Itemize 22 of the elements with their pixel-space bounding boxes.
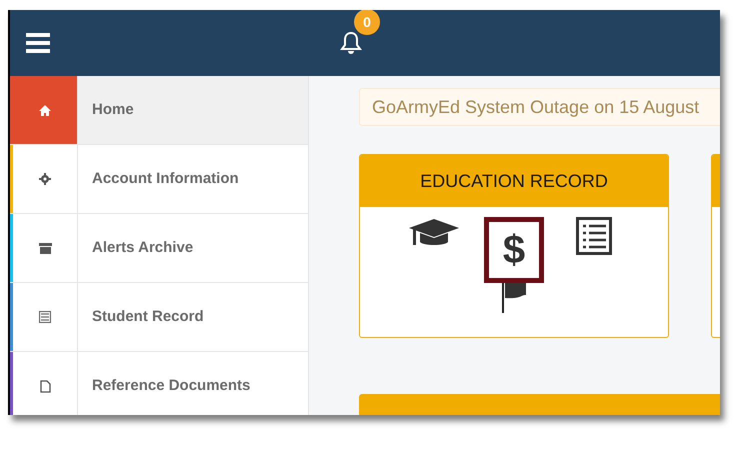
dollar-button[interactable]: $ <box>484 217 544 284</box>
sidebar-label: Home <box>92 100 134 120</box>
flag-icon[interactable] <box>502 283 526 314</box>
document-icon <box>40 380 50 392</box>
sidebar-item[interactable]: Alerts Archive <box>10 214 308 283</box>
list-icon[interactable] <box>576 217 612 256</box>
sidebar-label: Reference Documents <box>92 376 250 396</box>
card-title: EDUCATION RECORD <box>420 170 608 193</box>
list-icon <box>39 311 51 323</box>
bell-icon[interactable] <box>340 31 362 55</box>
home-icon <box>39 104 51 116</box>
sidebar-item[interactable]: Account Information <box>10 145 308 214</box>
sidebar-label: Account Information <box>92 168 239 189</box>
archive-icon <box>38 242 52 254</box>
sidebar-label: Student Record <box>92 306 204 327</box>
settings-icon <box>39 173 51 185</box>
sidebar-item[interactable]: Home <box>10 76 308 145</box>
notification-badge: 0 <box>354 10 380 35</box>
alert-text: GoArmyEd System Outage on 15 August <box>372 96 700 119</box>
sidebar-item[interactable]: Student Record <box>10 283 308 352</box>
sidebar-label: Alerts Archive <box>92 238 194 258</box>
menu-button[interactable] <box>26 33 50 53</box>
